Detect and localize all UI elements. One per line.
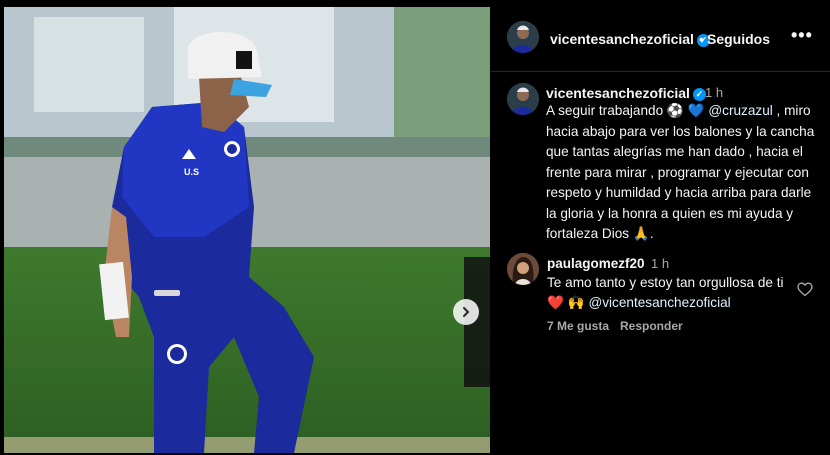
caption-text-part3: . <box>649 226 654 241</box>
caption-time: 1 h <box>705 85 724 100</box>
post-panel: vicentesanchezoficial ✓ • Seguidos ••• vi… <box>491 7 830 455</box>
caption-text-part1: A seguir trabajando <box>546 103 667 118</box>
caption-username[interactable]: vicentesanchezoficial ✓ <box>546 85 706 101</box>
red-heart-emoji: ❤️ <box>547 295 564 310</box>
comment-reply-button[interactable]: Responder <box>620 319 683 333</box>
comment-likes-count[interactable]: 7 Me gusta <box>547 319 609 333</box>
post-header: vicentesanchezoficial ✓ • Seguidos ••• <box>491 7 830 72</box>
caption-username-text[interactable]: vicentesanchezoficial <box>546 85 690 101</box>
comment-username[interactable]: paulagomezf20 <box>547 256 645 271</box>
soccer-ball-emoji: ⚽ <box>666 103 684 118</box>
post-image: U.S <box>4 7 490 453</box>
header-avatar[interactable] <box>507 21 539 53</box>
comment-like-button[interactable] <box>797 282 813 302</box>
more-options-icon[interactable]: ••• <box>791 25 813 46</box>
follow-status-button[interactable]: Seguidos <box>707 31 770 47</box>
header-separator: • <box>699 31 704 47</box>
shirt-initials: U.S <box>184 167 199 177</box>
verified-badge-icon: ✓ <box>692 88 706 101</box>
header-username-text[interactable]: vicentesanchezoficial <box>550 31 694 47</box>
header-username[interactable]: vicentesanchezoficial ✓ <box>550 31 710 47</box>
blue-heart-emoji: 💙 <box>687 103 705 118</box>
post-photo[interactable]: U.S <box>4 7 490 453</box>
comment-time: 1 h <box>651 256 670 271</box>
comment-mention-link[interactable]: @vicentesanchezoficial <box>588 295 730 310</box>
raising-hands-emoji: 🙌 <box>567 295 585 310</box>
comment-text: Te amo tanto y estoy tan orgullosa de ti… <box>547 273 787 313</box>
comment-avatar[interactable] <box>507 253 539 285</box>
caption-text-part2: , miro hacia abajo para ver los balones … <box>546 103 815 241</box>
carousel-next-button[interactable] <box>453 299 479 325</box>
caption-avatar[interactable] <box>507 83 539 115</box>
chevron-right-icon <box>463 307 469 317</box>
caption-text: A seguir trabajando ⚽ 💙 @cruzazul , miro… <box>546 101 816 245</box>
comment-text-body: Te amo tanto y estoy tan orgullosa de ti <box>547 275 784 290</box>
praying-hands-emoji: 🙏 <box>632 226 650 241</box>
caption-mention-link[interactable]: @cruzazul <box>708 103 772 118</box>
heart-outline-icon <box>797 282 813 297</box>
